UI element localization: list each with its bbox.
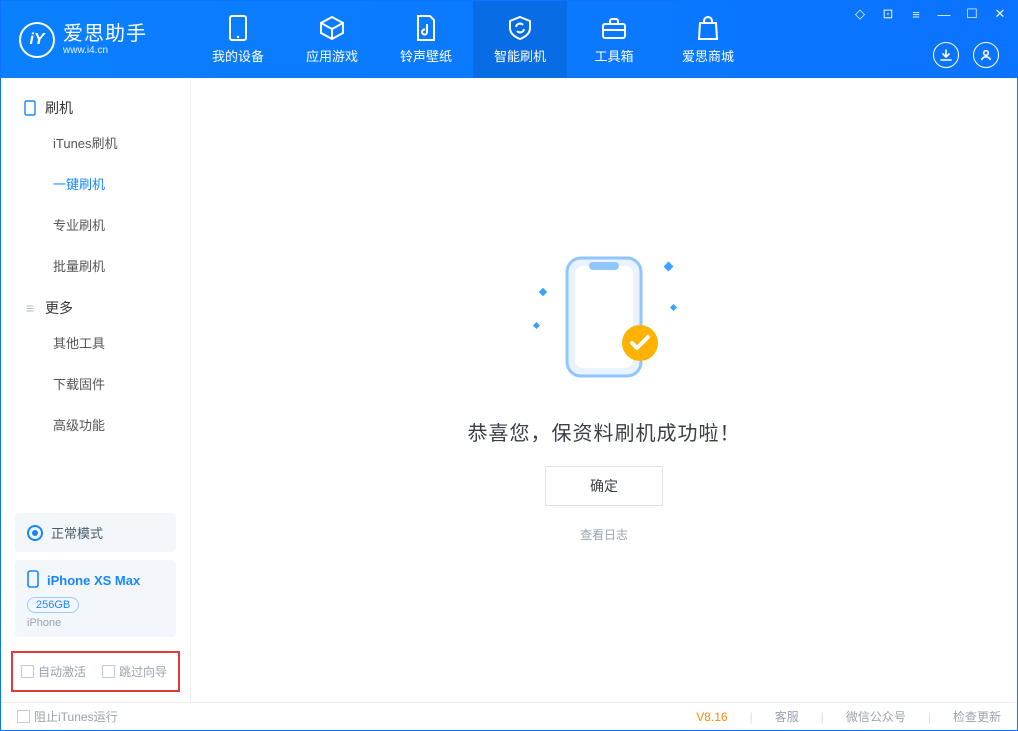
music-file-icon [413, 15, 439, 41]
tab-label: 爱思商城 [682, 46, 734, 65]
view-log-link[interactable]: 查看日志 [580, 526, 628, 543]
maximize-icon[interactable]: ☐ [963, 5, 981, 23]
auto-activate-label[interactable]: 自动激活 [38, 663, 86, 680]
status-bar: 阻止iTunes运行 V8.16 | 客服 | 微信公众号 | 检查更新 [1, 702, 1017, 730]
block-itunes-label[interactable]: 阻止iTunes运行 [34, 708, 118, 725]
phone-small-icon [23, 101, 37, 115]
sidebar-group-flash: 刷机 [1, 86, 190, 122]
sidebar: 刷机 iTunes刷机 一键刷机 专业刷机 批量刷机 ≡ 更多 其他工具 下载固… [1, 78, 191, 702]
sidebar-group-more: ≡ 更多 [1, 286, 190, 322]
sidebar-group-label: 更多 [45, 298, 73, 318]
sidebar-item-download-fw[interactable]: 下载固件 [1, 363, 190, 404]
tab-my-device[interactable]: 我的设备 [191, 1, 285, 78]
user-icon[interactable] [973, 42, 999, 68]
minimize-icon[interactable]: — [935, 5, 953, 23]
tab-apps[interactable]: 应用游戏 [285, 1, 379, 78]
device-mode-box[interactable]: 正常模式 [15, 513, 176, 552]
sidebar-item-itunes-flash[interactable]: iTunes刷机 [1, 122, 190, 163]
tab-smart-flash[interactable]: 智能刷机 [473, 1, 567, 78]
close-icon[interactable]: ✕ [991, 5, 1009, 23]
tab-ringtone[interactable]: 铃声壁纸 [379, 1, 473, 78]
window-controls: ◇ ⊡ ≡ — ☐ ✕ [851, 5, 1009, 23]
sidebar-item-batch-flash[interactable]: 批量刷机 [1, 245, 190, 286]
device-type: iPhone [27, 617, 164, 629]
brand-url: www.i4.cn [63, 46, 147, 56]
brand-name: 爱思助手 [63, 24, 147, 44]
sidebar-item-other-tools[interactable]: 其他工具 [1, 322, 190, 363]
success-illustration [534, 237, 674, 397]
tab-label: 智能刷机 [494, 46, 546, 65]
feedback-icon[interactable]: ⊡ [879, 5, 897, 23]
sidebar-item-oneclick-flash[interactable]: 一键刷机 [1, 163, 190, 204]
tab-label: 铃声壁纸 [400, 46, 452, 65]
title-bar: iY 爱思助手 www.i4.cn 我的设备 应用游戏 铃声壁纸 [1, 1, 1017, 78]
phone-outline-icon [27, 570, 39, 591]
mode-dot-icon [27, 525, 43, 541]
tab-store[interactable]: 爱思商城 [661, 1, 755, 78]
wechat-link[interactable]: 微信公众号 [846, 708, 906, 725]
skip-guide-checkbox[interactable] [102, 665, 115, 678]
main-content: 恭喜您，保资料刷机成功啦！ 确定 查看日志 [191, 78, 1017, 702]
bag-icon [695, 15, 721, 41]
menu-icon[interactable]: ≡ [907, 5, 925, 23]
version-label: V8.16 [696, 710, 727, 724]
brand-logo-icon: iY [19, 22, 55, 58]
theme-icon[interactable]: ◇ [851, 5, 869, 23]
device-name: iPhone XS Max [47, 573, 140, 588]
device-storage-badge: 256GB [27, 597, 79, 613]
sidebar-item-pro-flash[interactable]: 专业刷机 [1, 204, 190, 245]
cube-icon [319, 15, 345, 41]
titlebar-right-buttons [933, 42, 999, 68]
phone-icon [225, 15, 251, 41]
sidebar-item-advanced[interactable]: 高级功能 [1, 404, 190, 445]
tab-toolbox[interactable]: 工具箱 [567, 1, 661, 78]
refresh-shield-icon [507, 15, 533, 41]
tab-label: 我的设备 [212, 46, 264, 65]
toolbox-icon [601, 15, 627, 41]
main-tabs: 我的设备 应用游戏 铃声壁纸 智能刷机 工具箱 [191, 1, 755, 78]
device-card[interactable]: iPhone XS Max 256GB iPhone [15, 560, 176, 637]
check-badge-icon [620, 323, 660, 363]
tab-label: 工具箱 [594, 46, 633, 65]
ok-button[interactable]: 确定 [545, 466, 663, 506]
download-icon[interactable] [933, 42, 959, 68]
block-itunes-checkbox[interactable] [17, 710, 30, 723]
flash-options-highlight: 自动激活 跳过向导 [11, 651, 180, 692]
tab-label: 应用游戏 [306, 46, 358, 65]
success-message: 恭喜您，保资料刷机成功啦！ [468, 417, 741, 446]
list-icon: ≡ [23, 301, 37, 315]
support-link[interactable]: 客服 [775, 708, 799, 725]
check-update-link[interactable]: 检查更新 [953, 708, 1001, 725]
auto-activate-checkbox[interactable] [21, 665, 34, 678]
sidebar-group-label: 刷机 [45, 98, 73, 118]
skip-guide-label[interactable]: 跳过向导 [119, 663, 167, 680]
brand[interactable]: iY 爱思助手 www.i4.cn [1, 1, 191, 78]
device-mode-label: 正常模式 [51, 523, 103, 542]
